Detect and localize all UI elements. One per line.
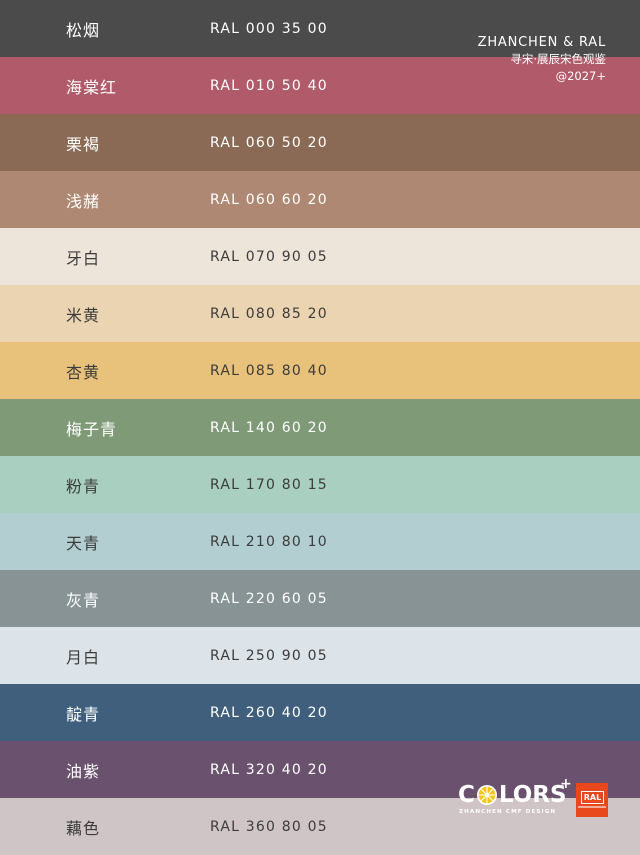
color-name: 月白 [66,647,101,667]
ral-code: RAL 000 35 00 [210,20,328,37]
ral-code: RAL 260 40 20 [210,704,328,721]
ral-code: RAL 070 90 05 [210,248,328,265]
color-swatch-row: 梅子青 RAL 140 60 20 [0,399,640,456]
logo-subtitle: ZHANCHEN CMF DESIGN [459,809,557,815]
color-name: 藕色 [66,818,101,838]
ral-badge-label: RAL [581,791,604,804]
color-swatch-row: 靛青 RAL 260 40 20 [0,684,640,741]
color-name: 牙白 [66,248,101,268]
ral-code: RAL 220 60 05 [210,590,328,607]
logo-wordmark: C LORS [458,782,567,808]
swatch-list: 松烟 RAL 000 35 00 海棠红 RAL 010 50 40 栗褐 RAL 060… [0,0,640,855]
ral-code: RAL 320 40 20 [210,761,328,778]
brand-subtitle: 寻宋·展辰宋色观鉴 [510,52,606,66]
ral-badge: RAL [576,783,608,817]
ral-code: RAL 085 80 40 [210,362,328,379]
logo-plus: + [560,776,572,792]
ral-badge-tagline [578,806,606,808]
ral-code: RAL 170 80 15 [210,476,328,493]
ral-code: RAL 060 50 20 [210,134,328,151]
ral-code: RAL 080 85 20 [210,305,328,322]
color-swatch-row: 浅赭 RAL 060 60 20 [0,171,640,228]
ral-code: RAL 210 80 10 [210,533,328,550]
color-name: 浅赭 [66,191,101,211]
color-name: 松烟 [66,20,101,40]
color-name: 靛青 [66,704,101,724]
color-swatch-row: 栗褐 RAL 060 50 20 [0,114,640,171]
brand-year: @2027+ [555,69,606,83]
colors-logo: C LORS + ZHANCHEN CMF DESIGN [458,776,573,818]
color-name: 米黄 [66,305,101,325]
color-name: 灰青 [66,590,101,610]
ral-code: RAL 010 50 40 [210,77,328,94]
color-swatch-row: 灰青 RAL 220 60 05 [0,570,640,627]
brand-title: ZHANCHEN & RAL [477,35,606,50]
sun-icon [476,785,497,805]
color-swatch-row: 杏黄 RAL 085 80 40 [0,342,640,399]
logo-letters: LORS [498,782,567,808]
ral-code: RAL 060 60 20 [210,191,328,208]
ral-code: RAL 250 90 05 [210,647,328,664]
color-name: 杏黄 [66,362,101,382]
ral-code: RAL 360 80 05 [210,818,328,835]
color-name: 栗褐 [66,134,101,154]
color-name: 天青 [66,533,101,553]
color-swatch-row: 粉青 RAL 170 80 15 [0,456,640,513]
color-swatch-row: 牙白 RAL 070 90 05 [0,228,640,285]
color-name: 粉青 [66,476,101,496]
ral-code: RAL 140 60 20 [210,419,328,436]
color-name: 油紫 [66,761,101,781]
color-name: 梅子青 [66,419,118,439]
color-swatch-row: 天青 RAL 210 80 10 [0,513,640,570]
color-name: 海棠红 [66,77,118,97]
color-swatch-row: 月白 RAL 250 90 05 [0,627,640,684]
logo-letter-c: C [458,782,475,808]
brand-block: ZHANCHEN & RAL 寻宋·展辰宋色观鉴 @2027+ [478,34,606,85]
color-swatch-row: 米黄 RAL 080 85 20 [0,285,640,342]
